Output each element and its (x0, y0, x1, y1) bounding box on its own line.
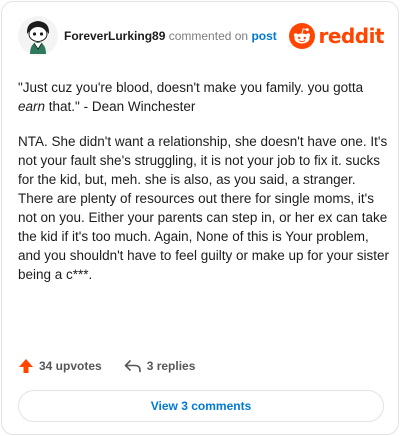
quote-emphasis: earn (18, 99, 46, 114)
post-link[interactable]: post (251, 29, 276, 43)
upvote-arrow-icon (19, 359, 33, 373)
comment-meta: ForeverLurking89 commented on post (64, 28, 277, 44)
action-text: commented on (168, 29, 249, 43)
upvote-count: 34 upvotes (39, 359, 102, 373)
username[interactable]: ForeverLurking89 (64, 29, 165, 43)
reply-arrow-icon (124, 360, 141, 373)
comment-text: NTA. She didn't want a relationship, she… (18, 134, 390, 282)
reply-count: 3 replies (146, 359, 196, 373)
comment-card: ForeverLurking89 commented on post reddi… (1, 1, 399, 435)
comment-body: "Just cuz you're blood, doesn't make you… (18, 78, 390, 300)
comment-header: ForeverLurking89 commented on post reddi… (18, 16, 385, 56)
reply-stat[interactable]: 3 replies (124, 359, 196, 373)
brand-wordmark: reddit (318, 24, 385, 48)
upvote-stat[interactable]: 34 upvotes (18, 358, 102, 374)
view-comments-button[interactable]: View 3 comments (18, 390, 384, 422)
snoo-avatar-icon (18, 16, 58, 56)
avatar[interactable] (18, 16, 58, 56)
quote-text-before: "Just cuz you're blood, doesn't make you… (18, 80, 364, 95)
quote-text-after: that." - Dean Winchester (45, 99, 196, 114)
comment-quote: "Just cuz you're blood, doesn't make you… (18, 78, 390, 116)
brand-logo[interactable]: reddit (288, 22, 385, 50)
reddit-logo-icon (288, 23, 315, 49)
comment-footer: 34 upvotes 3 replies (18, 356, 217, 376)
